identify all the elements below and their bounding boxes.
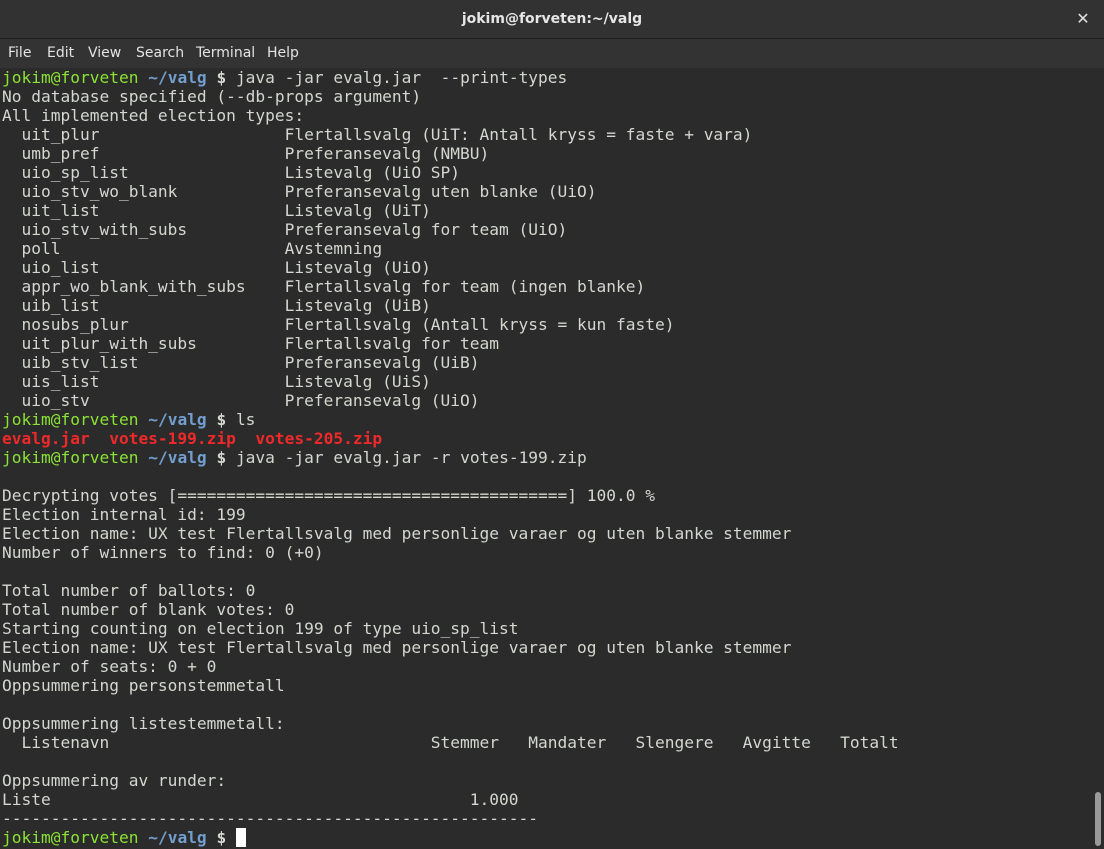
output-line: Decrypting votes [======================… [2,486,655,505]
menu-terminal[interactable]: Terminal [196,39,255,68]
text-cursor[interactable] [235,828,246,847]
prompt-line: jokim@forveten ~/valg $ [2,828,246,847]
menu-bar: File Edit View Search Terminal Help [0,39,1104,69]
output-line: umb_pref Preferansevalg (NMBU) [2,144,490,163]
command-text: java -jar evalg.jar --print-types [235,68,568,87]
prompt-path: ~/valg [148,448,207,467]
output-line: uib_stv_list Preferansevalg (UiB) [2,353,480,372]
terminal-window: jokim@forveten:~/valg ✕ File Edit View S… [0,0,1104,849]
close-icon[interactable]: ✕ [1070,6,1096,32]
scrollbar-thumb[interactable] [1095,792,1101,846]
menu-help[interactable]: Help [267,39,299,68]
prompt-line: jokim@forveten ~/valg $ java -jar evalg.… [2,68,567,87]
output-line: Election internal id: 199 [2,505,246,524]
menu-view[interactable]: View [88,39,121,68]
output-line: Election name: UX test Flertallsvalg med… [2,638,792,657]
prompt-userhost: jokim@forveten [2,828,139,847]
output-line: Starting counting on election 199 of typ… [2,619,519,638]
prompt-line: jokim@forveten ~/valg $ ls [2,410,255,429]
prompt-line: jokim@forveten ~/valg $ java -jar evalg.… [2,448,587,467]
output-line: uio_stv_with_subs Preferansevalg for tea… [2,220,568,239]
output-line: uio_stv Preferansevalg (UiO) [2,391,480,410]
output-line: Total number of ballots: 0 [2,581,256,600]
output-line: poll Avstemning [2,239,383,258]
output-line: uit_plur Flertallsvalg (UiT: Antall krys… [2,125,753,144]
output-line: All implemented election types: [2,106,305,125]
prompt-path: ~/valg [148,410,207,429]
prompt-symbol: $ [216,68,227,87]
output-line: Number of winners to find: 0 (+0) [2,543,324,562]
output-line: Oppsummering av runder: [2,771,227,790]
prompt-symbol: $ [216,828,227,847]
output-line: uio_list Listevalg (UiO) [2,258,431,277]
output-line: uio_stv_wo_blank Preferansevalg uten bla… [2,182,597,201]
menu-file[interactable]: File [8,39,31,68]
prompt-path: ~/valg [148,828,207,847]
output-line: Oppsummering listestemmetall: [2,714,285,733]
output-line: uis_list Listevalg (UiS) [2,372,431,391]
output-line: Election name: UX test Flertallsvalg med… [2,524,792,543]
output-line: No database specified (--db-props argume… [2,87,422,106]
prompt-path: ~/valg [148,68,207,87]
output-line: ----------------------------------------… [2,809,539,828]
output-line: Total number of blank votes: 0 [2,600,295,619]
prompt-userhost: jokim@forveten [2,68,139,87]
output-line: uio_sp_list Listevalg (UiO SP) [2,163,461,182]
title-bar[interactable]: jokim@forveten:~/valg ✕ [0,0,1104,39]
prompt-userhost: jokim@forveten [2,448,139,467]
output-line: nosubs_plur Flertallsvalg (Antall kryss … [2,315,675,334]
output-line: Liste 1.000 [2,790,519,809]
prompt-symbol: $ [216,448,227,467]
window-title: jokim@forveten:~/valg [461,11,643,27]
menu-edit[interactable]: Edit [47,39,74,68]
terminal-output[interactable]: jokim@forveten ~/valg $ java -jar evalg.… [0,68,1092,849]
command-text: java -jar evalg.jar -r votes-199.zip [235,448,587,467]
command-text: ls [235,410,256,429]
prompt-symbol: $ [216,410,227,429]
output-line: uit_plur_with_subs Flertallsvalg for tea… [2,334,500,353]
output-line: Number of seats: 0 + 0 [2,657,217,676]
output-line: uit_list Listevalg (UiT) [2,201,431,220]
output-line: Oppsummering personstemmetall [2,676,285,695]
ls-output: evalg.jar votes-199.zip votes-205.zip [2,429,383,448]
menu-search[interactable]: Search [136,39,184,68]
scrollbar-track[interactable] [1092,68,1104,849]
prompt-userhost: jokim@forveten [2,410,139,429]
output-line: uib_list Listevalg (UiB) [2,296,431,315]
output-line: appr_wo_blank_with_subs Flertallsvalg fo… [2,277,646,296]
output-line: Listenavn Stemmer Mandater Slengere Avgi… [2,733,899,752]
